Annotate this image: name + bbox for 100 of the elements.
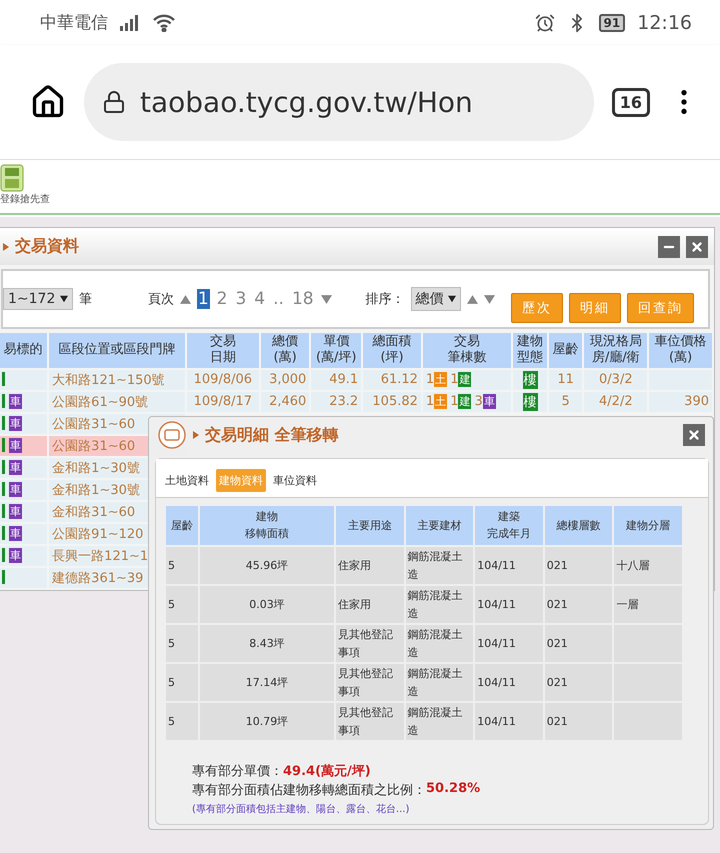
table-cell: 390 [649, 392, 712, 412]
close-button[interactable] [683, 424, 705, 446]
table-cell: 5 [166, 664, 198, 701]
summary-note: (專有部分面積包括主建物、陽台、露台、花台...) [192, 802, 410, 816]
tab[interactable]: 建物資料 [216, 468, 266, 492]
panel-caret-icon [3, 242, 9, 250]
table-cell: 鋼筋混凝土造 [406, 703, 474, 740]
table-cell: 十八層 [614, 547, 682, 584]
battery-icon: 91 [598, 14, 626, 32]
type-cell: 樓 [513, 370, 547, 390]
table-cell: 0/3/2 [584, 370, 648, 390]
column-header: 主要用途 [336, 506, 404, 545]
table-cell: 021 [544, 703, 612, 740]
table-cell: 10.79坪 [200, 703, 334, 740]
table-cell: 住家用 [336, 547, 404, 584]
table-cell: 2,460 [260, 392, 310, 412]
table-cell: 45.96坪 [200, 547, 334, 584]
action-button[interactable]: 歷次 [511, 293, 563, 323]
tag-cell: 車 [0, 458, 48, 478]
close-icon [690, 240, 704, 254]
table-cell: 17.14坪 [200, 664, 334, 701]
sort-label: 排序： [366, 291, 405, 308]
table-cell: 49.1 [311, 370, 362, 390]
home-icon[interactable] [30, 84, 66, 120]
table-cell: 5 [166, 703, 198, 740]
table-cell: 見其他登記事項 [336, 703, 404, 740]
column-header: 屋齡 [548, 333, 582, 368]
table-cell: 一層 [614, 586, 682, 623]
page-link[interactable]: 1 [196, 289, 210, 309]
dialog-title: 交易明細 全筆移轉 [205, 424, 339, 446]
page-link[interactable]: 4 [253, 289, 266, 309]
count-number: 1 [426, 372, 434, 387]
sort-select[interactable]: 總價 [410, 287, 462, 311]
address-bar[interactable]: taobao.tycg.gov.tw/Hon [84, 63, 594, 141]
table-cell: 4/2/2 [584, 392, 648, 412]
column-header: 總樓層數 [544, 506, 612, 545]
table-cell: 5 [166, 586, 198, 623]
column-header: 交易 日期 [186, 333, 259, 368]
table-cell: 104/11 [475, 625, 543, 662]
page-link[interactable]: 2 [216, 289, 228, 309]
range-select[interactable]: 1~172 [3, 288, 73, 310]
count-tag: 建 [458, 372, 472, 387]
count-tag: 車 [482, 394, 496, 409]
page-link[interactable]: .. [272, 289, 285, 309]
tab-count[interactable]: 16 [612, 88, 650, 116]
tag-cell: 車 [0, 546, 48, 566]
table-cell: 鋼筋混凝土造 [406, 586, 474, 623]
table-cell: 23.2 [311, 392, 362, 412]
table-cell: 105.82 [363, 392, 421, 412]
range-unit: 筆 [78, 291, 92, 308]
table-cell: 104/11 [475, 586, 543, 623]
sort-down-icon[interactable] [484, 294, 496, 304]
column-header: 現況格局 房/廳/衛 [584, 333, 648, 368]
column-header: 單價 (萬/坪) [311, 333, 362, 368]
table-cell: 鋼筋混凝土造 [406, 664, 474, 701]
count-tag: 建 [458, 394, 472, 409]
table-cell: 住家用 [336, 586, 404, 623]
calculator-icon[interactable] [0, 164, 24, 192]
column-header: 總面積 (坪) [363, 333, 421, 368]
table-cell: 021 [544, 547, 612, 584]
column-header: 建物 型態 [513, 333, 547, 368]
panel-title: 交易資料 [15, 236, 79, 257]
page-link[interactable]: 3 [234, 289, 248, 309]
wifi-icon [152, 14, 176, 32]
tab[interactable]: 車位資料 [270, 468, 320, 492]
count-tag: 土 [434, 394, 448, 409]
dropdown-caret-icon[interactable] [60, 295, 68, 303]
address-cell[interactable]: 大和路121~150號 [49, 370, 185, 390]
column-header: 建物分層 [614, 506, 682, 545]
tag-cell [0, 568, 48, 588]
table-cell [649, 370, 712, 390]
page-down-icon[interactable] [320, 294, 332, 304]
type-cell: 樓 [513, 392, 547, 412]
table-cell: 5 [548, 392, 582, 412]
column-header: 建物 移轉面積 [200, 506, 334, 545]
lock-icon [102, 90, 126, 114]
table-cell: 5 [166, 547, 198, 584]
summary-line: 專有部分單價：49.4(萬元/坪) [192, 763, 372, 780]
table-cell: 3,000 [260, 370, 310, 390]
column-header: 屋齡 [166, 506, 198, 545]
count-tag: 土 [434, 372, 448, 387]
page-link[interactable]: 18 [290, 289, 315, 309]
column-header: 區段位置或區段門牌 [49, 333, 185, 368]
close-button[interactable] [686, 236, 708, 258]
table-cell: 021 [544, 625, 612, 662]
count-number: 1 [426, 394, 434, 409]
address-cell[interactable]: 公園路61~90號 [49, 392, 185, 412]
page-up-icon[interactable] [180, 294, 191, 304]
tag-cell: 車 [0, 414, 48, 434]
tag-cell [0, 370, 48, 390]
tag-cell: 車 [0, 392, 48, 412]
minimize-button[interactable] [658, 236, 680, 258]
column-header: 總價 (萬) [260, 333, 310, 368]
action-button[interactable]: 明細 [569, 293, 621, 323]
table-cell: 109/8/06 [186, 370, 259, 390]
action-button[interactable]: 回查詢 [627, 293, 694, 323]
dropdown-caret-icon[interactable] [448, 295, 456, 303]
count-number: 1 [450, 394, 458, 409]
dialog-caret-icon [193, 431, 199, 440]
sort-up-icon[interactable] [467, 294, 478, 304]
